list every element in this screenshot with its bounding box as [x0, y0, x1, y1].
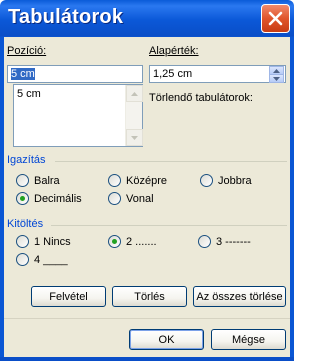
listbox-scrollbar[interactable] — [125, 85, 143, 146]
alignment-group-title: Igazítás — [7, 154, 46, 166]
radio-align-center[interactable]: Középre — [108, 174, 167, 187]
radio-circle — [200, 174, 213, 187]
leader-group-title: Kitöltés — [7, 218, 44, 230]
set-button[interactable]: Felvétel — [31, 286, 106, 307]
radio-leader-underline[interactable]: 4 ____ — [16, 253, 68, 266]
default-stops-spinner[interactable]: 1,25 cm — [149, 65, 286, 83]
dialog-title: Tabulátorok — [8, 6, 124, 28]
close-button[interactable] — [261, 4, 290, 33]
radio-leader-dots[interactable]: 2 ....... — [108, 235, 157, 248]
radio-circle — [108, 174, 121, 187]
radio-align-left[interactable]: Balra — [16, 174, 60, 187]
radio-circle-selected — [16, 192, 29, 205]
radio-align-right[interactable]: Jobbra — [200, 174, 252, 187]
window-bottom-border — [0, 357, 294, 361]
scroll-up-button[interactable] — [126, 85, 143, 102]
default-stops-label: Alapérték: — [149, 45, 199, 57]
radio-circle — [16, 235, 29, 248]
radio-circle — [108, 192, 121, 205]
position-input-value: 5 cm — [11, 68, 35, 80]
dialog-window: Tabulátorok Pozíció: 5 cm 5 cm Alapérték… — [0, 0, 294, 361]
spin-down-icon — [273, 76, 280, 81]
cancel-button[interactable]: Mégse — [211, 329, 286, 350]
radio-circle — [16, 253, 29, 266]
radio-align-bar[interactable]: Vonal — [108, 192, 154, 205]
radio-leader-dashes[interactable]: 3 ------- — [198, 235, 251, 248]
default-stops-value: 1,25 cm — [153, 68, 193, 80]
radio-circle — [198, 235, 211, 248]
dialog-body: Pozíció: 5 cm 5 cm Alapérték: 1,25 cm Tö… — [4, 37, 290, 357]
leader-divider — [51, 225, 287, 226]
to-clear-label: Törlendő tabulátorok: — [149, 92, 253, 104]
close-icon — [268, 11, 283, 26]
spin-down-button[interactable] — [269, 74, 284, 83]
clear-button[interactable]: Törlés — [112, 286, 187, 307]
radio-circle — [16, 174, 29, 187]
arrow-down-icon — [131, 135, 138, 140]
spin-up-icon — [273, 68, 280, 73]
list-item[interactable]: 5 cm — [17, 88, 41, 100]
ok-button[interactable]: OK — [129, 329, 204, 350]
scroll-down-button[interactable] — [126, 129, 143, 146]
radio-leader-none[interactable]: 1 Nincs — [16, 235, 71, 248]
radio-circle-selected — [108, 235, 121, 248]
alignment-divider — [55, 161, 287, 162]
clear-all-button[interactable]: Az összes törlése — [193, 286, 286, 307]
footer-divider — [4, 318, 290, 319]
title-bar[interactable]: Tabulátorok — [0, 0, 294, 37]
position-label: Pozíció: — [7, 45, 47, 57]
position-listbox[interactable]: 5 cm — [13, 84, 143, 147]
arrow-up-icon — [131, 91, 138, 96]
radio-align-decimal[interactable]: Decimális — [16, 192, 82, 205]
position-input[interactable]: 5 cm — [7, 65, 143, 83]
